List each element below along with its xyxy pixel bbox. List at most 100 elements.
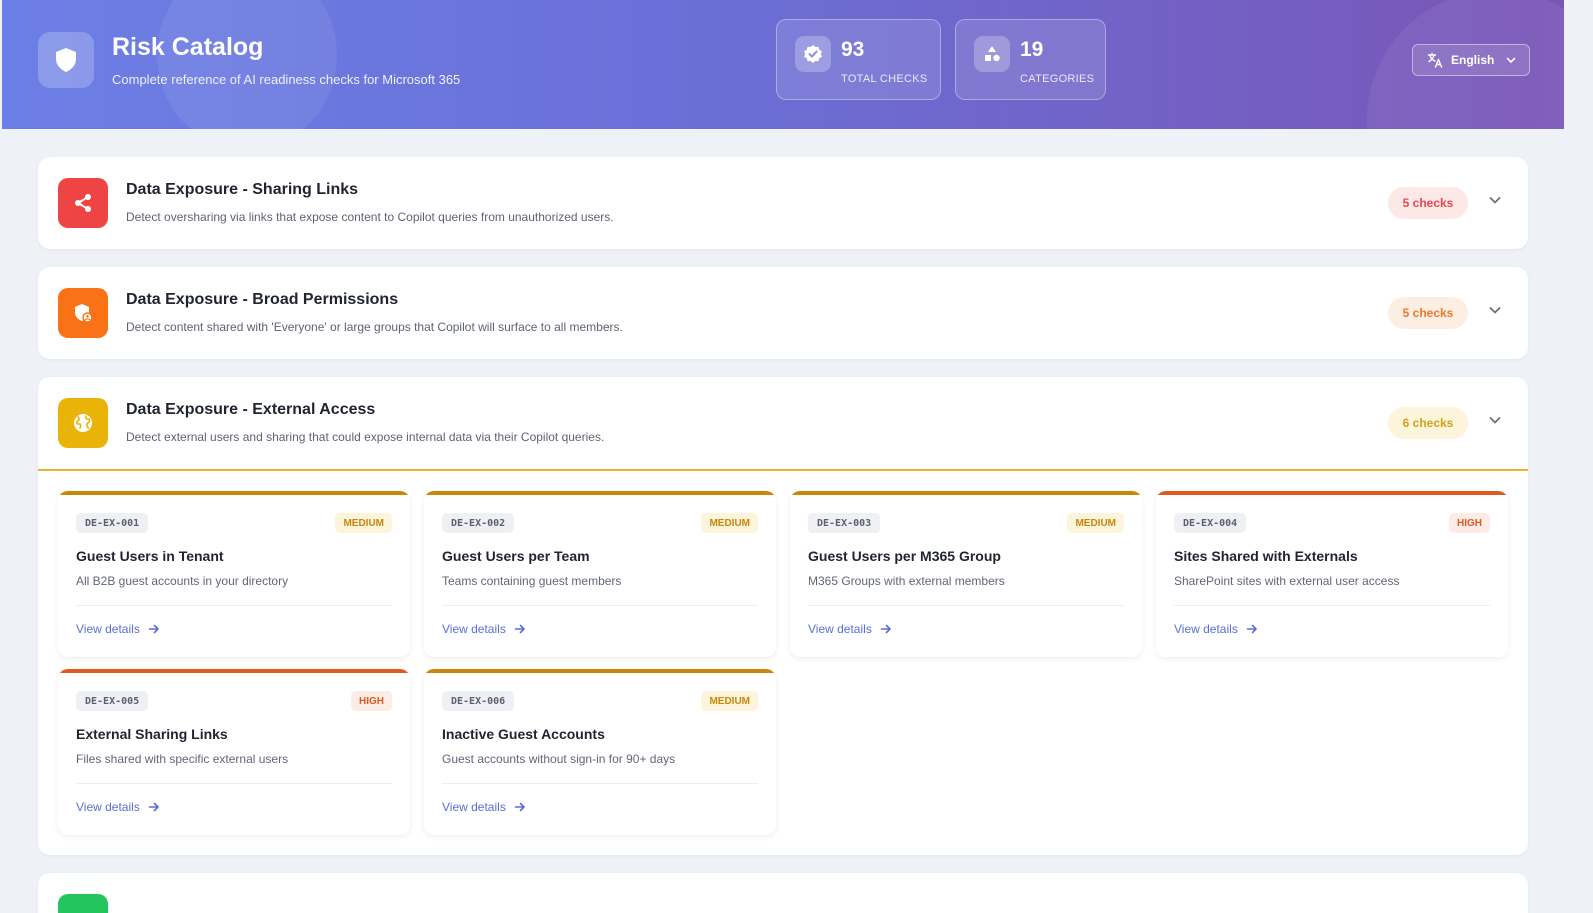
check-description: All B2B guest accounts in your directory [76, 574, 289, 588]
view-details-link[interactable]: View details [76, 800, 160, 814]
view-details-link[interactable]: View details [1174, 622, 1258, 636]
category-description: Detect content shared with 'Everyone' or… [126, 320, 623, 334]
category-title: Data Exposure - Sharing Links [126, 181, 359, 198]
check-card[interactable]: DE-EX-006 MEDIUM Inactive Guest Accounts… [424, 669, 776, 835]
view-details-link[interactable]: View details [442, 622, 526, 636]
severity-bar [58, 669, 410, 673]
check-card[interactable]: DE-EX-001 MEDIUM Guest Users in Tenant A… [58, 491, 410, 657]
severity-bar [790, 491, 1142, 495]
view-details-label: View details [442, 622, 506, 636]
stat-categories: 19 CATEGORIES [955, 19, 1106, 100]
page-subtitle: Complete reference of AI readiness check… [112, 72, 461, 87]
globe-icon [58, 398, 108, 448]
check-title: Guest Users per Team [442, 548, 590, 564]
check-description: M365 Groups with external members [808, 574, 1005, 588]
share-icon [58, 178, 108, 228]
language-label: English [1451, 53, 1495, 67]
view-details-label: View details [808, 622, 872, 636]
check-card[interactable]: DE-EX-005 HIGH External Sharing Links Fi… [58, 669, 410, 835]
view-details-label: View details [76, 800, 140, 814]
decorative-circle [157, 0, 337, 129]
category-title: Data Exposure - Broad Permissions [126, 291, 399, 308]
check-description: Files shared with specific external user… [76, 752, 289, 766]
stat-label: TOTAL CHECKS [841, 73, 928, 85]
check-title: Guest Users per M365 Group [808, 548, 1001, 564]
divider [76, 605, 392, 606]
severity-badge: HIGH [1449, 513, 1490, 533]
severity-bar [424, 491, 776, 495]
category-card-expanded[interactable]: Data Exposure - External Access Detect e… [38, 377, 1528, 855]
severity-badge: HIGH [351, 691, 392, 711]
category-header[interactable]: Data Exposure - Broad Permissions Detect… [38, 267, 1528, 359]
view-details-link[interactable]: View details [808, 622, 892, 636]
chevron-down-icon[interactable] [1486, 301, 1504, 319]
severity-badge: MEDIUM [701, 513, 758, 533]
language-selector[interactable]: English [1412, 44, 1530, 76]
check-id: DE-EX-003 [808, 513, 881, 533]
severity-badge: MEDIUM [701, 691, 758, 711]
badge-check-icon [795, 36, 831, 72]
arrow-right-icon [514, 624, 525, 634]
checks-count-badge: 6 checks [1388, 407, 1468, 439]
check-description: Teams containing guest members [442, 574, 622, 588]
stat-value: 93 [841, 38, 865, 61]
arrow-right-icon [1246, 624, 1257, 634]
page-title: Risk Catalog [112, 33, 264, 61]
check-id: DE-EX-004 [1174, 513, 1247, 533]
severity-bar [58, 491, 410, 495]
category-header[interactable]: Data Exposure - Sharing Links Detect ove… [38, 157, 1528, 249]
view-details-link[interactable]: View details [442, 800, 526, 814]
arrow-right-icon [148, 624, 159, 634]
check-title: Sites Shared with Externals [1174, 548, 1358, 564]
divider [442, 783, 758, 784]
category-title: Data Exposure - External Access [126, 401, 376, 418]
check-title: Guest Users in Tenant [76, 548, 224, 564]
chevron-down-icon[interactable] [1486, 411, 1504, 429]
check-id: DE-EX-006 [442, 691, 515, 711]
app-logo [38, 32, 94, 88]
chevron-down-icon [1507, 57, 1516, 63]
checks-count-badge: 5 checks [1388, 187, 1468, 219]
category-card[interactable]: Data Exposure - Sharing Links Detect ove… [38, 157, 1528, 249]
shield-user-icon [58, 288, 108, 338]
category-icon [58, 894, 108, 913]
divider [76, 783, 392, 784]
translate-icon [1427, 52, 1443, 68]
view-details-label: View details [76, 622, 140, 636]
stat-value: 19 [1020, 38, 1044, 61]
stat-total-checks: 93 TOTAL CHECKS [776, 19, 941, 100]
chevron-down-icon[interactable] [1486, 191, 1504, 209]
category-description: Detect external users and sharing that c… [126, 430, 605, 444]
page-header: Risk Catalog Complete reference of AI re… [2, 0, 1564, 129]
category-header[interactable]: Data Exposure - External Access Detect e… [38, 377, 1528, 469]
check-id: DE-EX-001 [76, 513, 149, 533]
check-id: DE-EX-005 [76, 691, 149, 711]
check-id: DE-EX-002 [442, 513, 515, 533]
category-card[interactable] [38, 873, 1528, 913]
arrow-right-icon [514, 802, 525, 812]
check-card[interactable]: DE-EX-003 MEDIUM Guest Users per M365 Gr… [790, 491, 1142, 657]
severity-bar [1156, 491, 1508, 495]
shapes-icon [974, 36, 1010, 72]
category-description: Detect oversharing via links that expose… [126, 210, 614, 224]
divider [1174, 605, 1490, 606]
arrow-right-icon [880, 624, 891, 634]
severity-badge: MEDIUM [335, 513, 392, 533]
severity-bar [424, 669, 776, 673]
category-card[interactable]: Data Exposure - Broad Permissions Detect… [38, 267, 1528, 359]
view-details-link[interactable]: View details [76, 622, 160, 636]
check-description: Guest accounts without sign-in for 90+ d… [442, 752, 676, 766]
check-description: SharePoint sites with external user acce… [1174, 574, 1400, 588]
divider [808, 605, 1124, 606]
arrow-right-icon [148, 802, 159, 812]
view-details-label: View details [1174, 622, 1238, 636]
check-card[interactable]: DE-EX-004 HIGH Sites Shared with Externa… [1156, 491, 1508, 657]
view-details-label: View details [442, 800, 506, 814]
check-card[interactable]: DE-EX-002 MEDIUM Guest Users per Team Te… [424, 491, 776, 657]
stat-label: CATEGORIES [1020, 73, 1095, 85]
check-title: Inactive Guest Accounts [442, 726, 605, 742]
checks-grid: DE-EX-001 MEDIUM Guest Users in Tenant A… [38, 469, 1528, 835]
divider [442, 605, 758, 606]
severity-badge: MEDIUM [1067, 513, 1124, 533]
check-title: External Sharing Links [76, 726, 228, 742]
